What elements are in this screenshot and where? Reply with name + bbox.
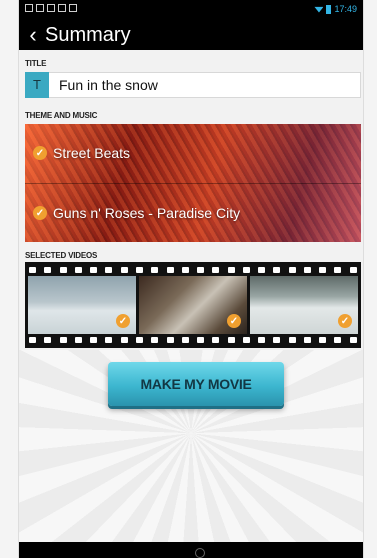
- title-input[interactable]: [57, 76, 341, 94]
- check-icon: ✓: [338, 314, 352, 328]
- back-chevron-icon[interactable]: ‹: [23, 20, 43, 50]
- navigation-bar: [19, 542, 363, 558]
- theme-item-label: Street Beats: [53, 145, 131, 161]
- wifi-icon: [314, 6, 324, 13]
- status-bar: 17:49: [19, 0, 363, 20]
- action-bar: ‹ Summary: [19, 20, 363, 50]
- music-item[interactable]: ✓ Guns n' Roses - Paradise City: [25, 183, 361, 242]
- video-thumbnail[interactable]: ✓: [250, 276, 358, 334]
- video-thumbnail[interactable]: ✓: [139, 276, 247, 334]
- status-right: 17:49: [314, 4, 357, 14]
- theme-section-label: THEME AND MUSIC: [25, 111, 98, 120]
- theme-item[interactable]: ✓ Street Beats: [25, 124, 361, 182]
- notification-icon: [58, 4, 66, 12]
- film-sprockets: [25, 335, 361, 345]
- video-thumbnails: ✓ ✓ ✓: [28, 276, 358, 334]
- status-time: 17:49: [334, 4, 357, 14]
- page-title: Summary: [45, 23, 131, 46]
- make-movie-button[interactable]: MAKE MY MOVIE: [108, 362, 284, 406]
- check-icon: ✓: [33, 206, 47, 220]
- notification-icon: [36, 4, 44, 12]
- device-screen: 17:49 ‹ Summary TITLE T THEME AND MUSIC …: [18, 0, 364, 558]
- notification-icon: [25, 4, 33, 12]
- notification-icons: [25, 4, 77, 12]
- film-sprockets: [25, 265, 361, 275]
- video-thumbnail[interactable]: ✓: [28, 276, 136, 334]
- theme-music-panel: ✓ Street Beats ✓ Guns n' Roses - Paradis…: [25, 124, 361, 242]
- title-section-label: TITLE: [25, 59, 47, 68]
- title-field-row: T: [25, 71, 361, 98]
- notification-icon: [47, 4, 55, 12]
- notification-icon: [69, 4, 77, 12]
- check-icon: ✓: [227, 314, 241, 328]
- title-badge-icon: T: [25, 71, 49, 98]
- battery-icon: [326, 4, 332, 14]
- check-icon: ✓: [33, 146, 47, 160]
- selected-videos-strip: ✓ ✓ ✓: [25, 262, 361, 348]
- check-icon: ✓: [116, 314, 130, 328]
- music-item-label: Guns n' Roses - Paradise City: [53, 205, 241, 221]
- videos-section-label: SELECTED VIDEOS: [25, 251, 98, 260]
- home-icon[interactable]: [195, 548, 205, 558]
